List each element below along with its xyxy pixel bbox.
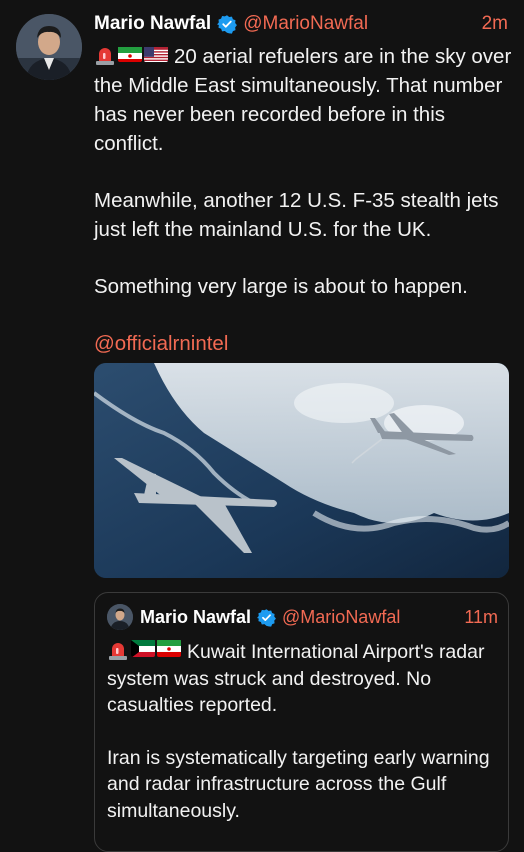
siren-icon <box>107 639 129 661</box>
quoted-tweet-body: Kuwait International Airport's radar sys… <box>107 639 502 824</box>
tweet-paragraph-2: Meanwhile, another 12 U.S. F-35 stealth … <box>94 189 499 241</box>
kuwait-flag-icon <box>131 639 155 657</box>
quoted-avatar[interactable] <box>107 604 133 630</box>
quoted-tweet[interactable]: Mario Nawfal @MarioNawfal 11m Kuwait Int… <box>94 592 509 852</box>
tweet-header: Mario Nawfal @MarioNawfal 2m <box>94 10 508 38</box>
tweet-paragraph-1: 20 aerial refuelers are in the sky over … <box>94 42 512 158</box>
tweet-image[interactable] <box>94 363 509 578</box>
tweet-body: 20 aerial refuelers are in the sky over … <box>94 42 512 358</box>
quoted-author-handle[interactable]: @MarioNawfal <box>282 607 400 628</box>
author-handle[interactable]: @MarioNawfal <box>243 13 368 35</box>
us-flag-icon <box>144 44 168 62</box>
quoted-paragraph-2: Iran is systematically targeting early w… <box>107 746 490 822</box>
author-name[interactable]: Mario Nawfal <box>94 13 211 35</box>
iran-flag-icon <box>118 44 142 62</box>
verified-badge-icon <box>217 14 238 34</box>
siren-icon <box>94 44 116 66</box>
quoted-timestamp[interactable]: 11m <box>464 607 498 628</box>
timestamp[interactable]: 2m <box>482 13 508 35</box>
quoted-paragraph-1: Kuwait International Airport's radar sys… <box>107 639 502 719</box>
iran-flag-icon <box>157 639 181 657</box>
verified-badge-icon <box>257 608 276 627</box>
emoji-group <box>94 44 168 66</box>
quoted-tweet-header: Mario Nawfal @MarioNawfal 11m <box>107 603 498 631</box>
avatar[interactable] <box>16 14 82 80</box>
mention-link[interactable]: @officialrnintel <box>94 329 512 358</box>
tweet-paragraph-3: Something very large is about to happen. <box>94 275 468 298</box>
emoji-group <box>107 639 181 661</box>
quoted-author-name[interactable]: Mario Nawfal <box>140 607 251 628</box>
